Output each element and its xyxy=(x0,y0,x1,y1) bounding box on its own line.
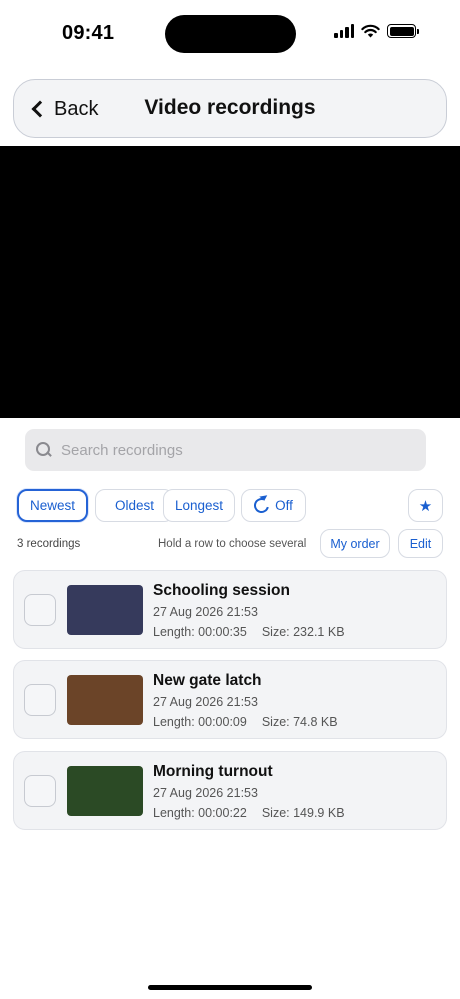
select-checkbox[interactable] xyxy=(24,594,56,626)
star-icon: ★ xyxy=(418,497,433,515)
recording-length: Length: 00:00:35 xyxy=(153,625,247,639)
select-checkbox[interactable] xyxy=(24,775,56,807)
recording-date: 27 Aug 2026 21:53 xyxy=(153,786,258,800)
recording-title: Schooling session xyxy=(153,582,290,599)
video-thumbnail xyxy=(67,675,143,725)
chevron-left-icon xyxy=(31,100,49,118)
recording-size: Size: 149.9 KB xyxy=(261,806,345,820)
recording-size: Size: 232.1 KB xyxy=(261,625,345,639)
recording-length: Length: 00:00:22 xyxy=(153,806,247,820)
search-icon xyxy=(35,441,53,459)
recording-title: Morning turnout xyxy=(153,763,273,780)
list-info-row: 3 recordings Hold a row to choose severa… xyxy=(17,529,443,559)
recording-meta: Length: 00:00:35 Size: 232.1 KB xyxy=(153,625,345,639)
loop-label: Off xyxy=(275,498,293,513)
recording-count: 3 recordings xyxy=(17,538,81,550)
multi-select-hint: Hold a row to choose several xyxy=(158,538,307,550)
recording-date: 27 Aug 2026 21:53 xyxy=(153,695,258,709)
battery-icon xyxy=(387,24,419,38)
sort-options: Newest Oldest Longest Off ★ xyxy=(17,489,443,523)
cellular-signal-icon xyxy=(334,24,354,38)
search-bar[interactable] xyxy=(25,429,426,471)
recording-row[interactable]: Schooling session 27 Aug 2026 21:53 Leng… xyxy=(13,570,447,649)
search-input[interactable] xyxy=(61,441,401,459)
edit-button[interactable]: Edit xyxy=(398,529,443,558)
sort-longest-button[interactable]: Longest xyxy=(163,489,235,522)
recording-size: Size: 74.8 KB xyxy=(261,715,338,729)
video-thumbnail xyxy=(67,585,143,635)
favorite-button[interactable]: ★ xyxy=(408,489,443,522)
recording-meta: Length: 00:00:22 Size: 149.9 KB xyxy=(153,806,345,820)
recording-length: Length: 00:00:09 xyxy=(153,715,247,729)
loop-toggle-button[interactable]: Off xyxy=(241,489,306,522)
wifi-icon xyxy=(361,24,380,38)
recording-row[interactable]: New gate latch 27 Aug 2026 21:53 Length:… xyxy=(13,660,447,739)
video-player[interactable] xyxy=(0,146,460,418)
home-indicator[interactable] xyxy=(148,985,312,990)
recording-title: New gate latch xyxy=(153,672,262,689)
navigation-bar: Back Video recordings xyxy=(13,79,447,138)
status-time: 09:41 xyxy=(62,22,115,44)
back-button[interactable]: Back xyxy=(22,91,104,127)
back-label: Back xyxy=(54,97,99,120)
my-order-button[interactable]: My order xyxy=(320,529,390,558)
status-bar: 09:41 xyxy=(0,0,460,66)
loop-icon xyxy=(251,495,272,516)
select-checkbox[interactable] xyxy=(24,684,56,716)
video-thumbnail xyxy=(67,766,143,816)
dynamic-island xyxy=(165,15,296,53)
sort-newest-button[interactable]: Newest xyxy=(17,489,88,522)
recording-date: 27 Aug 2026 21:53 xyxy=(153,605,258,619)
status-icons xyxy=(334,24,419,38)
recording-meta: Length: 00:00:09 Size: 74.8 KB xyxy=(153,715,338,729)
recording-row[interactable]: Morning turnout 27 Aug 2026 21:53 Length… xyxy=(13,751,447,830)
